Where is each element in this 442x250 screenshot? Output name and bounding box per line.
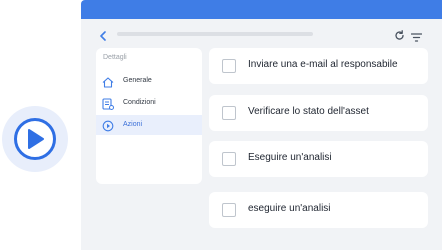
- breadcrumb-placeholder-bar: [117, 32, 313, 36]
- top-toolbar: [81, 19, 442, 47]
- title-bar: [81, 0, 442, 19]
- details-sidebar: Dettagli Generale Condizioni Azioni: [96, 48, 202, 184]
- filter-icon[interactable]: [410, 29, 423, 47]
- sidebar-item-label: Azioni: [123, 121, 143, 128]
- sidebar-title: Dettagli: [103, 54, 127, 61]
- back-arrow-icon[interactable]: [99, 28, 107, 46]
- conditions-list-icon: [102, 97, 114, 115]
- task-label: eseguire un'analisi: [248, 203, 331, 214]
- play-button-badge[interactable]: [2, 106, 68, 172]
- sidebar-item-label: Condizioni: [123, 99, 156, 106]
- home-icon: [102, 75, 114, 93]
- app-window: Dettagli Generale Condizioni Azioni Invi…: [81, 0, 442, 250]
- task-label: Eseguire un'analisi: [248, 152, 332, 163]
- sidebar-item-label: Generale: [123, 77, 152, 84]
- sidebar-item-condizioni[interactable]: Condizioni: [96, 93, 202, 113]
- task-label: Verificare lo stato dell'asset: [248, 106, 369, 117]
- task-label: Inviare una e-mail al responsabile: [248, 59, 398, 70]
- task-checkbox[interactable]: [222, 203, 236, 217]
- task-card[interactable]: Eseguire un'analisi: [209, 141, 428, 177]
- sidebar-item-generale[interactable]: Generale: [96, 71, 202, 91]
- play-circle-icon: [102, 119, 114, 137]
- task-card[interactable]: Inviare una e-mail al responsabile: [209, 48, 428, 84]
- task-checkbox[interactable]: [222, 152, 236, 166]
- task-card[interactable]: Verificare lo stato dell'asset: [209, 95, 428, 131]
- refresh-icon[interactable]: [394, 28, 405, 46]
- task-checkbox[interactable]: [222, 59, 236, 73]
- sidebar-item-azioni[interactable]: Azioni: [96, 115, 202, 135]
- task-checkbox[interactable]: [222, 106, 236, 120]
- task-card[interactable]: eseguire un'analisi: [209, 192, 428, 228]
- play-icon[interactable]: [14, 118, 56, 160]
